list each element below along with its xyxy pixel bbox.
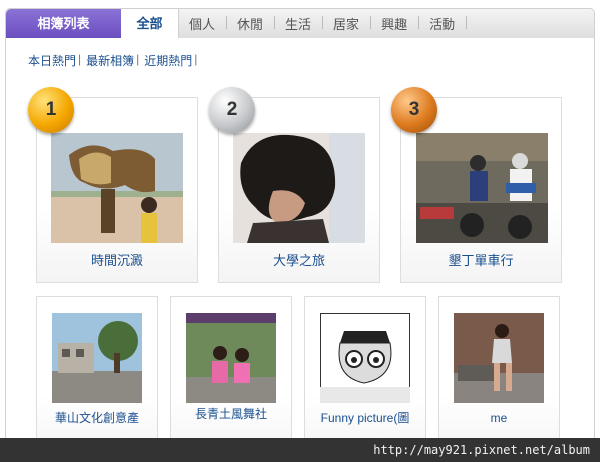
tab-life[interactable]: 生活 [275, 14, 324, 33]
sort-newest[interactable]: 最新相簿 [86, 52, 134, 69]
album-caption[interactable]: me [439, 411, 559, 425]
album-tab-bar: 相簿列表 全部 個人 休閒 生活 居家 興趣 活動 [5, 8, 595, 40]
tab-hobby[interactable]: 興趣 [371, 14, 420, 33]
status-bar-url: http://may921.pixnet.net/album [0, 438, 600, 462]
tab-home[interactable]: 居家 [323, 14, 372, 33]
album-panel: 本日熱門 | 最新相簿 | 近期熱門 | 時間沉澱 1 大學之旅 2 墾丁單車行… [5, 38, 595, 462]
album-caption[interactable]: 墾丁單車行 [401, 250, 561, 269]
album-caption[interactable]: 時間沉澱 [37, 250, 197, 269]
sort-recent-hot[interactable]: 近期熱門 [144, 52, 192, 69]
album-thumbnail[interactable] [233, 133, 365, 243]
silver-medal-icon: 2 [209, 87, 255, 133]
tab-personal[interactable]: 個人 [179, 14, 228, 33]
tab-activity[interactable]: 活動 [419, 14, 468, 33]
album-thumbnail[interactable] [454, 313, 544, 403]
album-thumbnail[interactable] [186, 313, 276, 403]
album-list-title: 相簿列表 [6, 9, 121, 38]
tab-all[interactable]: 全部 [121, 9, 179, 40]
album-caption[interactable]: Funny picture(圖 [305, 409, 425, 426]
album-caption[interactable]: 大學之旅 [219, 250, 379, 269]
sort-nav: 本日熱門 | 最新相簿 | 近期熱門 | [28, 52, 198, 69]
album-caption[interactable]: 長青土風舞社 [171, 405, 291, 422]
album-caption[interactable]: 華山文化創意產 [37, 409, 157, 426]
category-tabs: 個人 休閒 生活 居家 興趣 活動 [179, 9, 468, 38]
album-thumbnail[interactable] [51, 133, 183, 243]
tab-leisure[interactable]: 休閒 [227, 14, 276, 33]
gold-medal-icon: 1 [28, 87, 74, 133]
sort-today-hot[interactable]: 本日熱門 [28, 52, 76, 69]
bronze-medal-icon: 3 [391, 87, 437, 133]
album-thumbnail[interactable] [52, 313, 142, 403]
album-thumbnail[interactable] [320, 313, 410, 403]
album-thumbnail[interactable] [416, 133, 548, 243]
